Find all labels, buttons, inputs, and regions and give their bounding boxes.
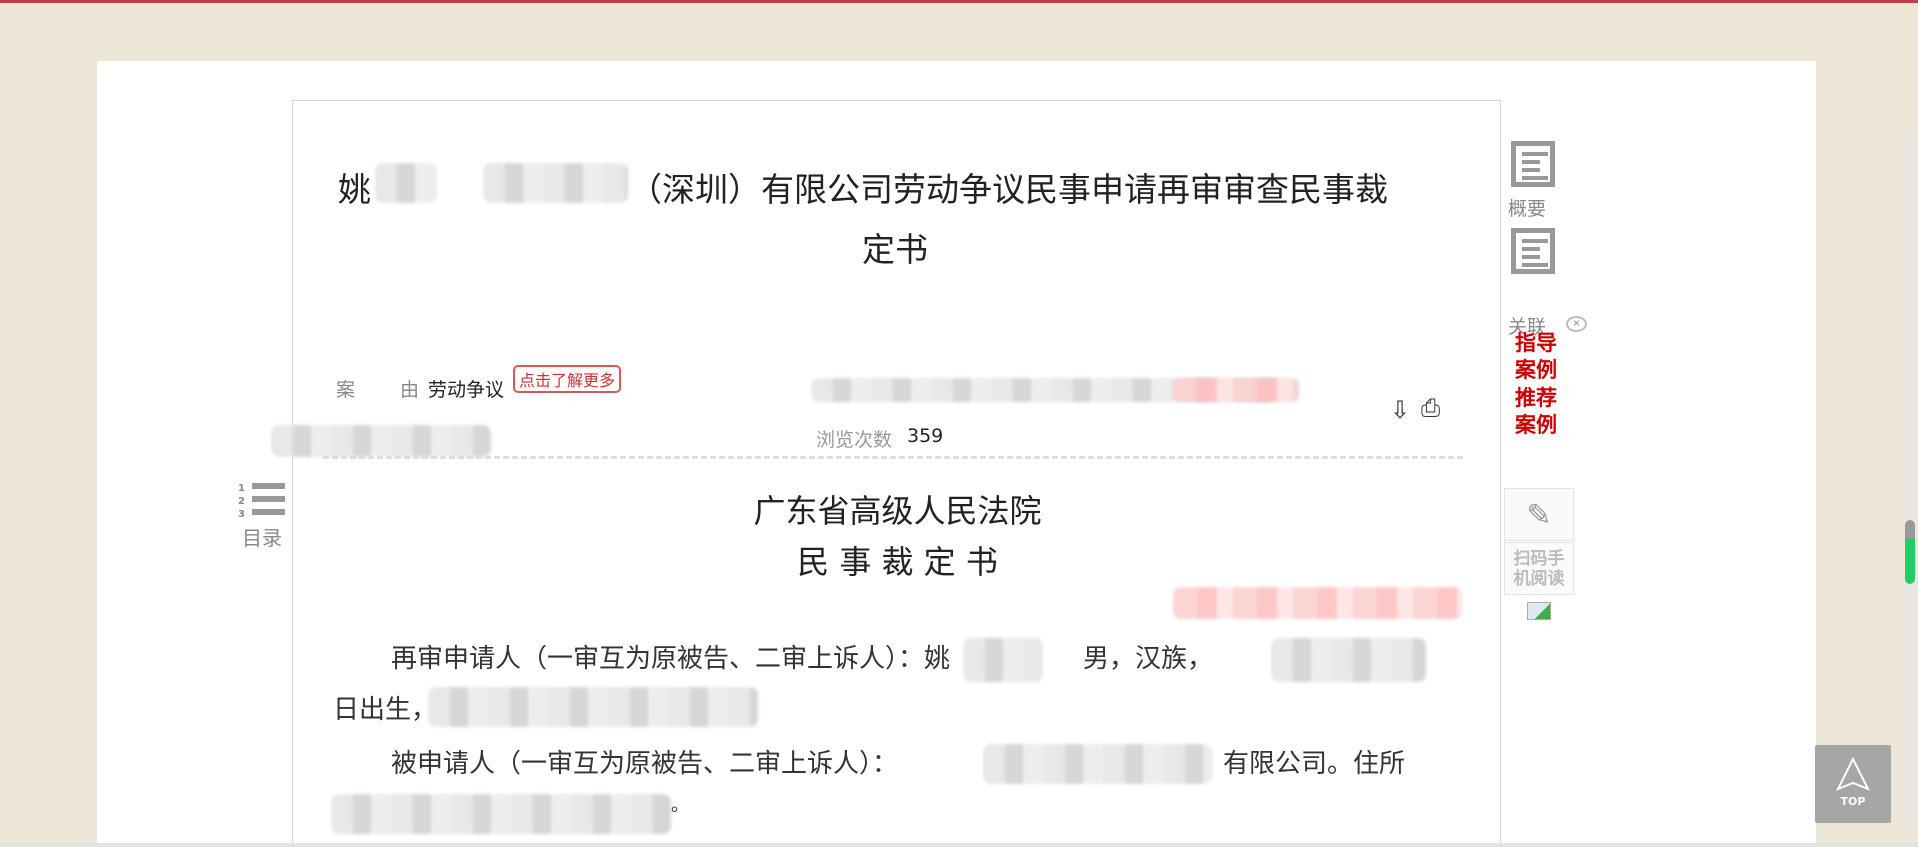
scan-qr-button[interactable]: 扫码手机阅读 xyxy=(1504,542,1574,595)
guide-cases-link[interactable]: 指导案例 xyxy=(1515,330,1575,384)
para2-end: 有限公司。住所 xyxy=(1223,749,1406,779)
toc-label: 目录 xyxy=(242,526,282,550)
toc-icon: 1 2 3 xyxy=(238,483,245,520)
document-body: 姚 （深圳）有限公司劳动争议民事申请再审审查民事裁 定书 案 由 劳动争议 点击… xyxy=(271,100,1501,847)
scrollbar-thumb[interactable] xyxy=(1905,520,1915,584)
title-line2: 定书 xyxy=(862,230,928,269)
para1: 再审申请人（一审互为原被告、二审上诉人）：姚 xyxy=(391,644,951,674)
document-type: 民 事 裁 定 书 xyxy=(797,543,998,581)
divider xyxy=(323,456,1463,459)
pencil-icon: ✎ xyxy=(1526,498,1552,533)
learn-more-button[interactable]: 点击了解更多 xyxy=(513,365,622,393)
broken-image-icon xyxy=(1527,602,1551,620)
cause-label: 案 xyxy=(336,379,356,401)
cause-label-2: 由 xyxy=(400,379,420,401)
views-label: 浏览次数 xyxy=(816,429,893,451)
toc-button[interactable]: 1 2 3 目录 xyxy=(232,480,292,550)
cause-value: 劳动争议 xyxy=(428,379,505,401)
para2: 被申请人（一审互为原被告、二审上诉人）： xyxy=(391,749,899,779)
scrollbar-track[interactable] xyxy=(1905,130,1913,830)
top-border xyxy=(0,0,1918,3)
views-count: 359 xyxy=(907,425,944,447)
print-icon[interactable]: ⎙ xyxy=(1421,394,1440,422)
summary-icon[interactable] xyxy=(1511,141,1555,187)
related-icon[interactable] xyxy=(1511,228,1555,274)
back-to-top-button[interactable]: TOP xyxy=(1815,745,1891,823)
para1-line2: 日出生， xyxy=(333,695,438,725)
recommended-cases-link[interactable]: 推荐案例 xyxy=(1515,385,1575,439)
title-line1: （深圳）有限公司劳动争议民事申请再审审查民事裁 xyxy=(629,170,1388,209)
arrow-up-icon xyxy=(1835,757,1871,791)
court-name: 广东省高级人民法院 xyxy=(753,492,1042,530)
download-icon[interactable]: ⇩ xyxy=(1390,396,1410,424)
edit-button[interactable]: ✎ xyxy=(1504,488,1574,541)
para1-mid: 男，汉族， xyxy=(1083,644,1214,674)
title-prefix: 姚 xyxy=(338,170,371,209)
summary-label[interactable]: 概要 xyxy=(1508,194,1546,221)
